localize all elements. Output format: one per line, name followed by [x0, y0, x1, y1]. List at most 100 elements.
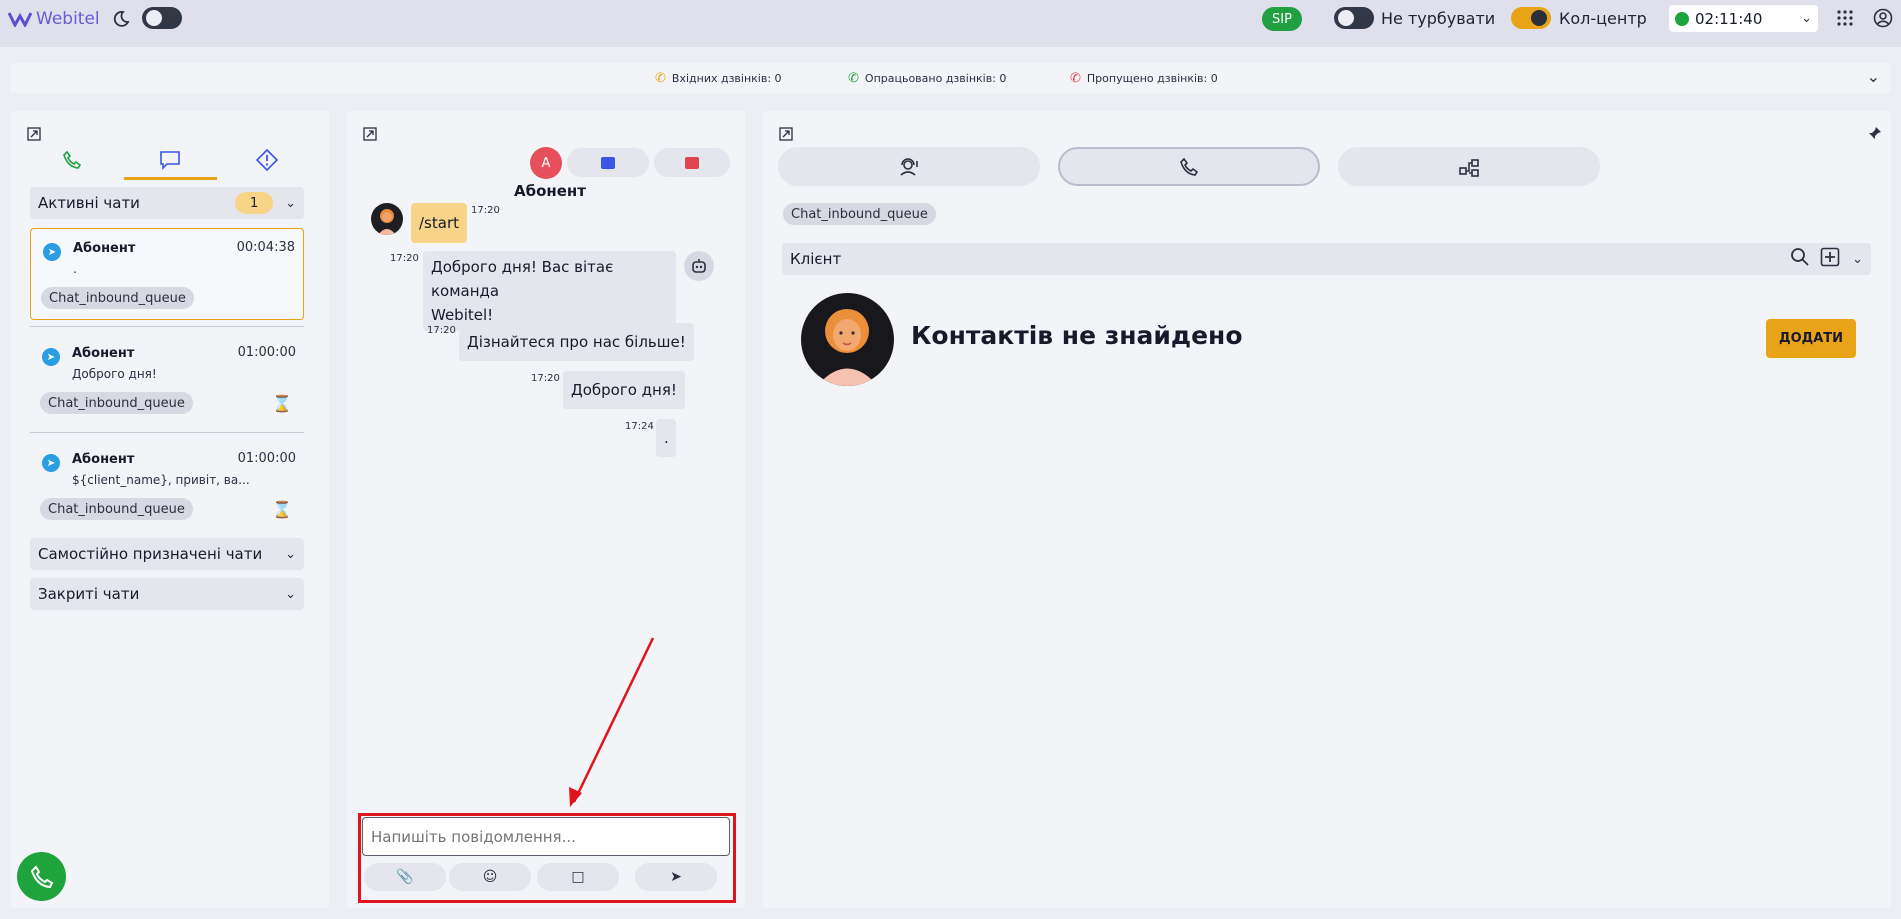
client-avatar — [371, 203, 403, 235]
tab-calls-phone-icon[interactable] — [62, 150, 82, 170]
apps-grid-icon[interactable] — [1836, 9, 1854, 27]
chat-participant-name: Абонент — [514, 182, 586, 200]
message-bubble: /start — [411, 203, 467, 243]
telegram-icon: ➤ — [43, 243, 61, 261]
active-tab-indicator — [124, 177, 217, 180]
active-chats-section[interactable]: Активні чати 1 ⌄ — [30, 187, 304, 219]
callcenter-label: Кол-центр — [1559, 9, 1647, 28]
chat-item-time: 00:04:38 — [236, 240, 295, 255]
message-text-line: Доброго дня! Вас вітає команда — [431, 258, 614, 300]
message-bubble: Дізнайтеся про нас більше! — [459, 323, 694, 361]
dnd-label: Не турбувати — [1381, 9, 1496, 28]
message-bubble: Доброго дня! — [563, 371, 685, 409]
agent-headset-icon — [900, 157, 918, 176]
expand-stats-icon[interactable]: ⌄ — [1867, 67, 1880, 86]
chat-panel — [346, 111, 745, 908]
message-time: 17:20 — [427, 325, 456, 336]
chat-item[interactable]: ➤ Абонент 01:00:00 ${client_name}, приві… — [30, 440, 304, 532]
moon-phone-icon — [111, 9, 131, 29]
transfer-chat-icon — [601, 156, 615, 169]
divider — [30, 326, 304, 327]
flow-diagram-icon — [1459, 158, 1479, 177]
chat-item[interactable]: ➤ Абонент 01:00:00 Доброго дня! Chat_inb… — [30, 334, 304, 426]
processed-calls-count: Опрацьовано дзвінків: 0 — [864, 72, 1007, 85]
expand-panel-icon[interactable] — [779, 127, 793, 141]
close-chat-button[interactable] — [654, 148, 730, 177]
queue-chip: Chat_inbound_queue — [783, 203, 936, 225]
incoming-calls-count: Вхідних дзвінків: 0 — [671, 72, 782, 85]
user-account-icon[interactable] — [1873, 8, 1893, 28]
chevron-down-icon: ⌄ — [1801, 11, 1812, 26]
message-time: 17:20 — [471, 205, 500, 216]
phone-icon — [30, 864, 53, 888]
tab-flow[interactable] — [1338, 147, 1600, 186]
no-contacts-message: Контактів не знайдено — [911, 321, 1243, 350]
robot-icon — [692, 259, 706, 273]
hourglass-timeout-icon: ⌛ — [272, 394, 292, 413]
status-timer: 02:11:40 — [1695, 9, 1763, 28]
message-bubble: Доброго дня! Вас вітає команда Webitel! — [423, 251, 676, 331]
add-contact-button[interactable]: ДОДАТИ — [1766, 319, 1856, 358]
chat-item-name: Абонент — [73, 241, 136, 256]
call-stats-bar: ✆ Вхідних дзвінків: 0 ✆ Опрацьовано дзві… — [10, 63, 1890, 93]
chevron-down-icon: ⌄ — [285, 546, 296, 562]
chat-item[interactable]: ➤ Абонент 00:04:38 . Chat_inbound_queue — [30, 228, 304, 320]
chevron-down-icon: ⌄ — [285, 586, 296, 602]
self-assigned-chats-label: Самостійно призначені чати — [38, 545, 263, 563]
online-status-icon — [1675, 11, 1689, 26]
sip-status-badge: SIP — [1262, 7, 1302, 31]
message-time: 17:20 — [531, 373, 560, 384]
search-icon[interactable] — [1790, 247, 1810, 271]
chat-item-message: ${client_name}, привіт, ва... — [72, 473, 250, 487]
missed-call-icon: ✆ — [1070, 71, 1081, 86]
add-contact-icon[interactable] — [1820, 247, 1840, 271]
chevron-down-icon: ⌄ — [285, 195, 296, 211]
chat-item-message: . — [73, 262, 77, 276]
dnd-toggle[interactable] — [1334, 7, 1374, 29]
active-chats-label: Активні чати — [38, 194, 140, 212]
divider — [30, 432, 304, 433]
transfer-chat-button[interactable] — [567, 148, 649, 177]
annotation-arrow — [569, 637, 655, 807]
tab-alerts-diamond-icon[interactable] — [256, 149, 278, 171]
annotation-highlight-box — [358, 813, 736, 903]
queue-chip: Chat_inbound_queue — [41, 287, 194, 309]
bot-avatar — [684, 251, 714, 281]
queue-chip: Chat_inbound_queue — [40, 498, 193, 520]
missed-calls-count: Пропущено дзвінків: 0 — [1086, 72, 1218, 85]
self-assigned-chats-section[interactable]: Самостійно призначені чати ⌄ — [30, 538, 304, 570]
logo-text: Webitel — [36, 9, 100, 29]
tab-client-info[interactable] — [778, 147, 1040, 186]
participant-avatar[interactable]: А — [530, 147, 562, 179]
webitel-logo-icon — [8, 12, 32, 27]
closed-chats-section[interactable]: Закриті чати ⌄ — [30, 578, 304, 610]
logo: Webitel — [8, 8, 100, 30]
chat-item-name: Абонент — [72, 452, 135, 467]
tab-chats-message-icon[interactable] — [159, 150, 181, 170]
client-section[interactable]: Клієнт ⌄ — [782, 243, 1871, 275]
expand-panel-icon[interactable] — [363, 127, 377, 141]
closed-chats-label: Закриті чати — [38, 585, 140, 603]
tab-calls[interactable] — [1058, 147, 1320, 186]
telegram-icon: ➤ — [42, 348, 60, 366]
expand-panel-icon[interactable] — [27, 127, 41, 141]
processed-call-icon: ✆ — [848, 71, 859, 86]
client-info-panel — [762, 111, 1891, 908]
close-chat-icon — [685, 156, 699, 169]
chevron-down-icon[interactable]: ⌄ — [1852, 252, 1863, 267]
phone-call-button[interactable] — [17, 852, 66, 901]
queue-chip: Chat_inbound_queue — [40, 392, 193, 414]
message-time: 17:20 — [390, 253, 419, 264]
chat-item-time: 01:00:00 — [237, 345, 296, 360]
callcenter-toggle[interactable] — [1511, 7, 1551, 29]
status-select[interactable]: 02:11:40 ⌄ — [1669, 5, 1818, 32]
chat-item-time: 01:00:00 — [237, 451, 296, 466]
message-time: 17:24 — [625, 421, 654, 432]
active-chats-count-badge: 1 — [235, 192, 274, 214]
telegram-icon: ➤ — [42, 454, 60, 472]
contact-avatar — [801, 293, 894, 386]
theme-toggle[interactable] — [142, 7, 182, 29]
pin-icon[interactable] — [1868, 126, 1882, 140]
chat-item-name: Абонент — [72, 346, 135, 361]
chat-item-message: Доброго дня! — [72, 367, 157, 381]
